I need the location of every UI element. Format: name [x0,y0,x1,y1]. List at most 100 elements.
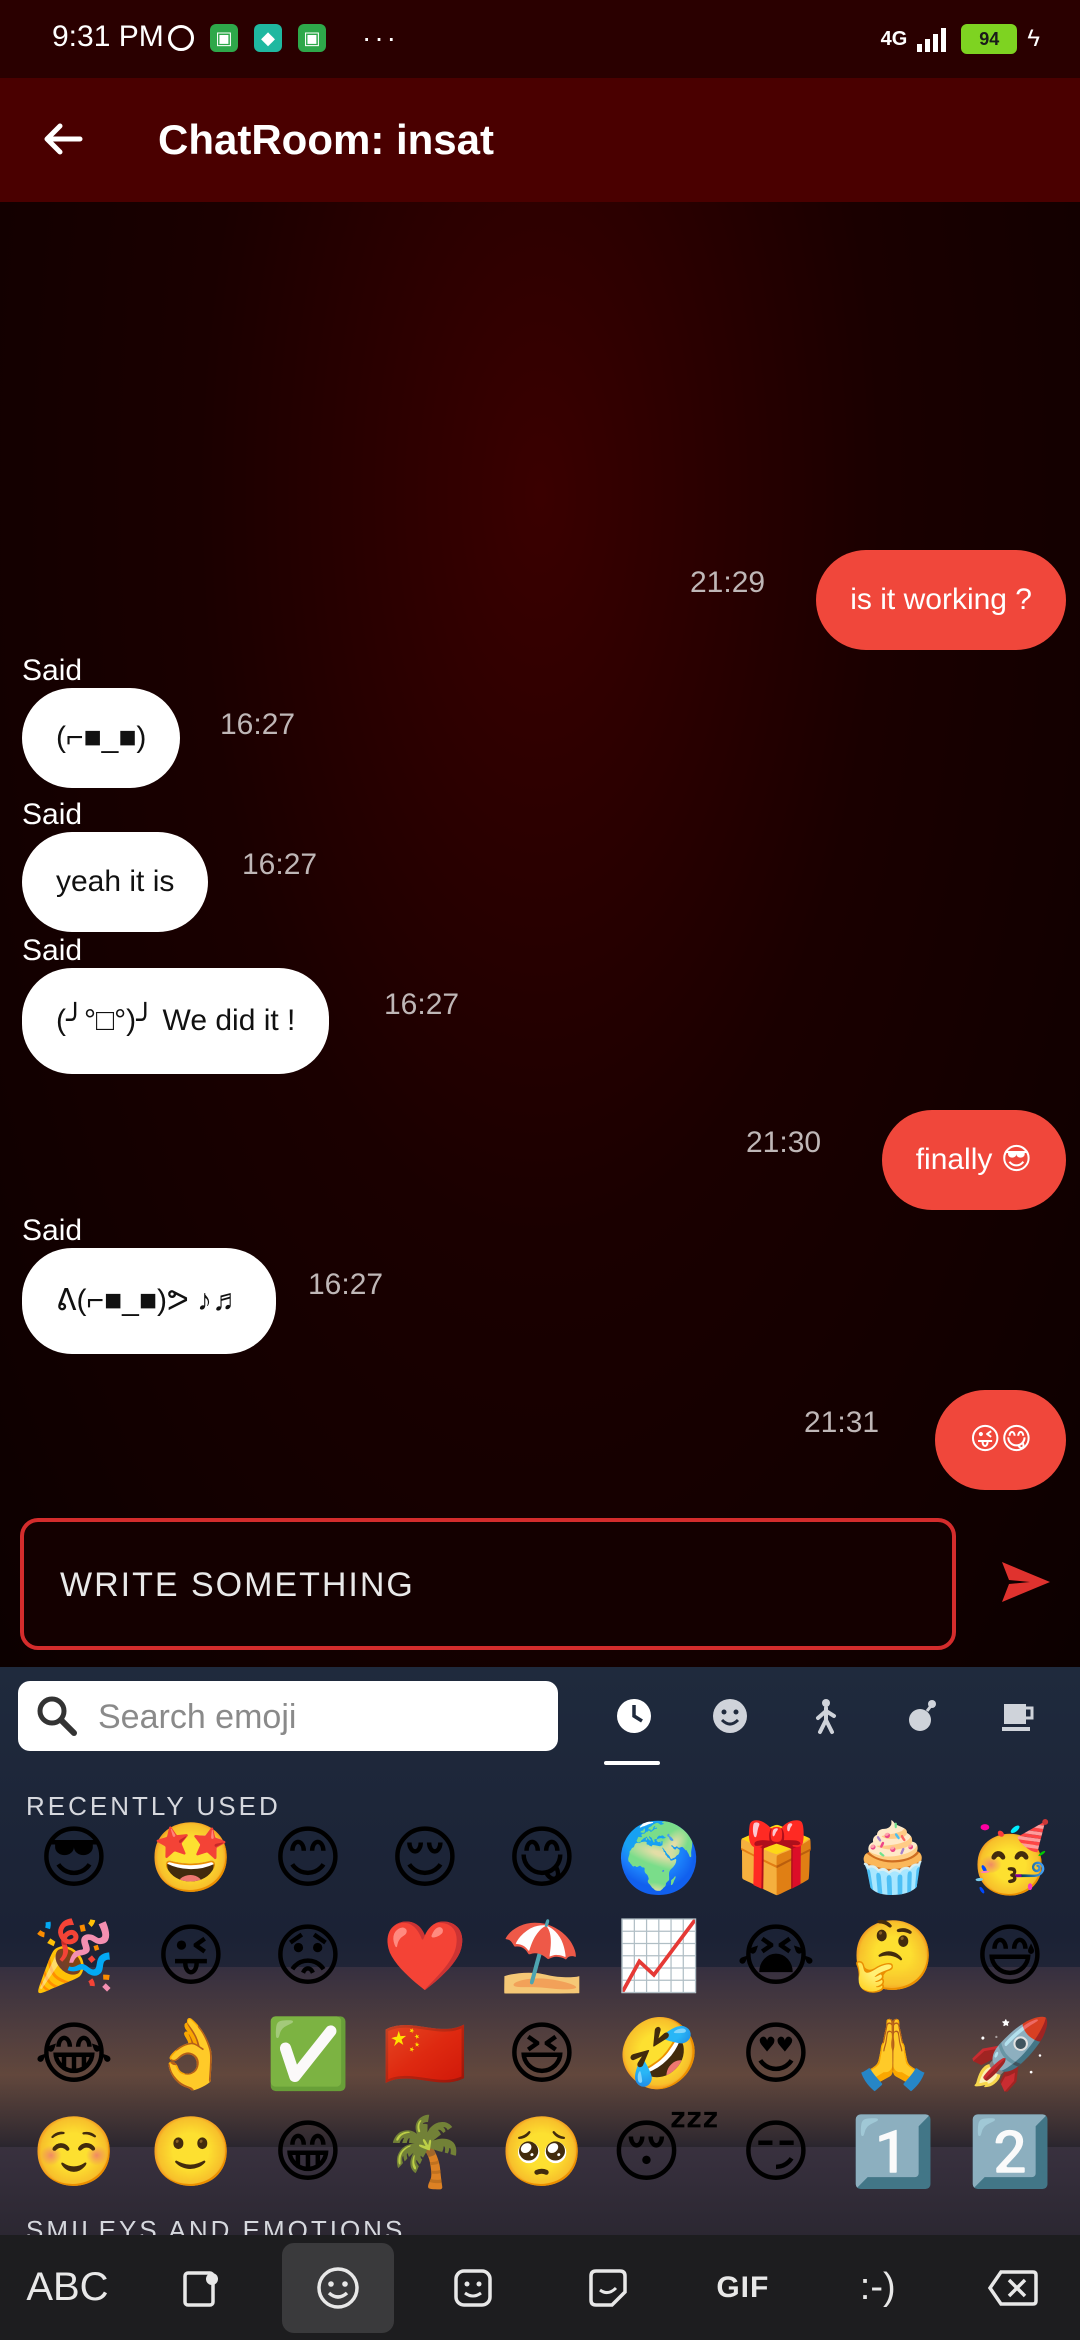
message-bubble-out[interactable]: is it working ? [816,550,1066,650]
emoji-cell[interactable]: 🧁 [845,1819,941,1899]
emoji-cell[interactable]: 🥳 [962,1819,1058,1899]
message-time: 21:29 [690,566,766,599]
abc-key[interactable]: ABC [0,2243,135,2333]
emoji-cell[interactable]: 🙂 [143,2113,239,2193]
chat-messages[interactable]: 21:29 is it working ? Said (⌐■_■) 16:27 … [0,202,1080,1667]
emoji-cell[interactable]: 😎 [26,1819,122,1899]
emoji-cell[interactable]: 2️⃣ [962,2113,1058,2193]
sticker-icon [589,2268,627,2307]
emoji-cell[interactable]: 😟 [260,1917,356,1997]
message-time: 21:30 [746,1126,822,1159]
clipboard-key[interactable] [135,2243,270,2333]
tab-recent[interactable] [586,1681,682,1765]
coffee-icon [1002,1704,1034,1731]
message-bubble-in[interactable]: yeah it is [22,832,209,932]
emoji-cell[interactable]: 😭 [728,1917,824,1997]
tab-smileys[interactable] [682,1681,778,1751]
signal-icon [917,28,947,52]
emoji-cell[interactable]: 😅 [962,1917,1058,1997]
emoji-cell[interactable]: 😆 [494,2015,590,2095]
emoji-cell[interactable]: 🎉 [26,1917,122,1997]
shield-notification-icon: ◆ [254,24,282,52]
message-bubble-out[interactable]: finally 😎 [881,1110,1066,1210]
emoji-cell[interactable]: 📈 [611,1917,707,1997]
emoji-cell[interactable]: 😜 [143,1917,239,1997]
message-time: 16:27 [220,708,296,741]
person-icon [816,1699,836,1734]
backspace-icon [987,2269,1038,2306]
emoji-cell[interactable]: 1️⃣ [845,2113,941,2193]
keyboard-bottom-bar: ABC GIF :-) [0,2235,1080,2340]
tab-people[interactable] [778,1681,874,1751]
emoji-cell[interactable]: 🥺 [494,2113,590,2193]
smiley-icon [316,2266,359,2309]
emoji-cell[interactable]: ☺️ [26,2113,122,2193]
message-time: 21:31 [804,1406,880,1439]
emoji-cell[interactable]: 🤣 [611,2015,707,2095]
charging-icon: ϟ [1027,25,1040,52]
gif-key[interactable]: GIF [675,2243,810,2333]
emoji-cell[interactable]: 👌 [143,2015,239,2095]
clock-icon [617,1699,651,1733]
message-input-box[interactable] [20,1518,956,1650]
emoji-cell[interactable]: 😍 [728,2015,824,2095]
notification-icons: ▣ ◆ ▣ ··· [168,22,399,54]
emoji-cell[interactable]: ❤️ [377,1917,473,1997]
message-bubble-in[interactable]: (⌐■_■) [22,688,181,788]
status-time: 9:31 PM [52,20,164,53]
message-input[interactable] [58,1556,922,1614]
message-bubble-in[interactable]: ᕕ(⌐■_■)ᕗ ♪♬ [22,1248,277,1354]
emoticon-key[interactable]: :-) [810,2243,945,2333]
send-icon[interactable] [1000,1560,1052,1604]
app-bar: ChatRoom: insat [0,78,1080,204]
clipboard-icon [183,2270,219,2307]
emoji-cell[interactable]: ✅ [260,2015,356,2095]
back-arrow-icon[interactable] [40,116,86,162]
alarm-icon [168,25,194,51]
status-bar: 9:31 PM ▣ ◆ ▣ ··· 4G 94 ϟ [0,0,1080,78]
page-title: ChatRoom: insat [158,116,494,163]
emoji-cell[interactable]: 🤩 [143,1819,239,1899]
emoji-cell[interactable]: 😴 [611,2113,720,2193]
message-sender: Said [22,934,83,967]
section-label-recent: RECENTLY USED [26,1791,281,1821]
emoji-cell[interactable]: 🇨🇳 [377,2015,473,2095]
emoji-key[interactable] [281,2242,394,2333]
message-time: 16:27 [308,1268,384,1301]
emoji-cell[interactable]: 🤔 [845,1917,941,1997]
network-type: 4G [880,27,908,50]
emoji-cell[interactable]: 😏 [728,2113,824,2193]
more-notifications-icon: ··· [362,22,399,53]
backspace-key[interactable] [945,2243,1080,2333]
emoji-cell[interactable]: 😂 [26,2015,122,2095]
kaomoji-key[interactable] [406,2243,541,2333]
message-sender: Said [22,798,83,831]
battery-icon: 94 [961,24,1018,54]
emoji-category-tabs [586,1681,1066,1765]
emoji-cell[interactable]: 🎁 [728,1819,824,1899]
emoji-cell[interactable]: 😊 [260,1819,356,1899]
sticker-face-icon [454,2268,492,2307]
smiley-icon [713,1699,747,1733]
emoji-cell[interactable]: 🚀 [962,2015,1058,2095]
emoji-cell[interactable]: ⛱️ [494,1917,590,1997]
sticker-key[interactable] [541,2243,676,2333]
search-icon [37,1696,77,1736]
message-bubble-out[interactable]: 😜😋 [935,1390,1066,1490]
status-right: 4G 94 ϟ [881,24,1040,54]
emoji-cell[interactable]: 😋 [494,1819,590,1899]
emoji-cell[interactable]: 😁 [260,2113,356,2193]
tab-activities[interactable] [874,1681,970,1751]
app-notification-icon: ▣ [210,24,238,52]
app-notification-icon: ▣ [298,24,326,52]
emoji-search[interactable] [18,1681,558,1751]
emoji-search-input[interactable] [96,1695,540,1739]
message-sender: Said [22,1214,83,1247]
message-time: 16:27 [384,988,460,1021]
emoji-cell[interactable]: 🙏 [845,2015,941,2095]
tab-food[interactable] [970,1681,1066,1751]
emoji-cell[interactable]: 🌍 [611,1819,707,1899]
emoji-cell[interactable]: 🌴 [377,2113,473,2193]
emoji-cell[interactable]: 😌 [377,1819,473,1899]
message-bubble-in[interactable]: (╯°□°)╯ We did it ! [22,968,330,1074]
